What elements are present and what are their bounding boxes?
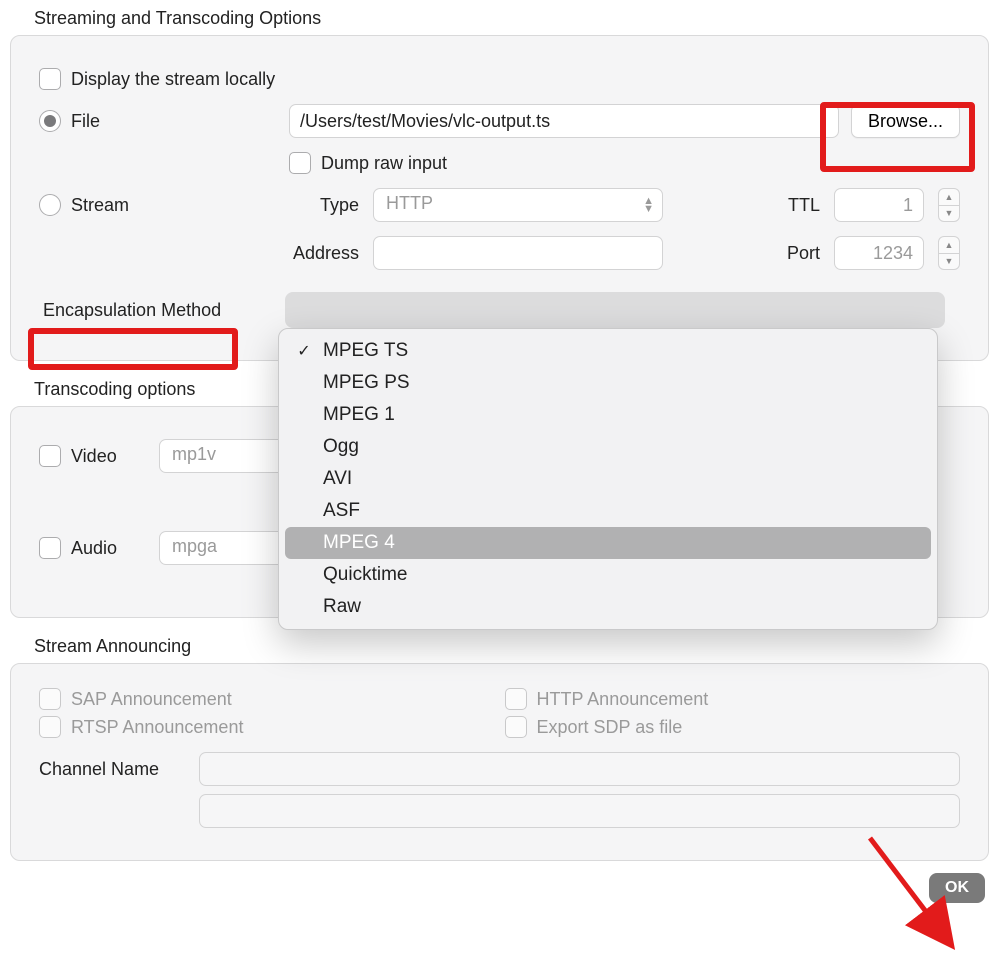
- section-title-announcing: Stream Announcing: [34, 636, 989, 657]
- audio-label: Audio: [71, 538, 117, 559]
- video-checkbox[interactable]: Video: [39, 445, 149, 467]
- video-codec-select[interactable]: mp1v: [159, 439, 289, 473]
- checkbox-icon: [39, 537, 61, 559]
- stream-type-value: HTTP: [386, 193, 433, 213]
- sap-announcement-label: SAP Announcement: [71, 689, 232, 710]
- checkbox-icon: [39, 445, 61, 467]
- encapsulation-menu-item[interactable]: Raw: [285, 591, 931, 623]
- browse-button[interactable]: Browse...: [851, 104, 960, 138]
- ok-button[interactable]: OK: [929, 873, 985, 903]
- sdp-url-label-cut: [39, 801, 189, 821]
- type-label: Type: [289, 195, 359, 216]
- encapsulation-menu-item[interactable]: MPEG 4: [285, 527, 931, 559]
- encapsulation-menu-item-label: Raw: [323, 596, 361, 618]
- encapsulation-menu-item[interactable]: MPEG 1: [285, 399, 931, 431]
- encapsulation-menu-item-label: AVI: [323, 468, 352, 490]
- video-label: Video: [71, 446, 117, 467]
- ttl-input[interactable]: [834, 188, 924, 222]
- chevron-up-icon: ▲: [939, 189, 959, 206]
- channel-name-label: Channel Name: [39, 759, 189, 780]
- rtsp-announcement-checkbox: RTSP Announcement: [39, 716, 495, 738]
- encapsulation-menu-item[interactable]: ASF: [285, 495, 931, 527]
- audio-codec-select[interactable]: mpga: [159, 531, 289, 565]
- stream-radio-label: Stream: [71, 195, 129, 216]
- file-radio-label: File: [71, 111, 100, 132]
- chevron-updown-icon: ▲▼: [643, 197, 654, 213]
- checkbox-icon: [39, 68, 61, 90]
- stream-type-select[interactable]: HTTP ▲▼: [373, 188, 663, 222]
- chevron-up-icon: ▲: [939, 237, 959, 254]
- encapsulation-menu-item-label: MPEG 1: [323, 404, 395, 426]
- encapsulation-method-label: Encapsulation Method: [39, 298, 225, 323]
- file-path-input[interactable]: [289, 104, 839, 138]
- encapsulation-menu[interactable]: ✓ MPEG TS MPEG PS MPEG 1 Ogg AVI ASF MPEG 4 Quic…: [278, 328, 938, 630]
- chevron-down-icon: ▼: [939, 206, 959, 222]
- check-icon: ✓: [295, 341, 313, 361]
- port-stepper[interactable]: ▲ ▼: [938, 236, 960, 270]
- address-label: Address: [289, 243, 359, 264]
- encapsulation-menu-item[interactable]: MPEG PS: [285, 367, 931, 399]
- encapsulation-menu-item[interactable]: Ogg: [285, 431, 931, 463]
- channel-name-input: [199, 752, 960, 786]
- address-input[interactable]: [373, 236, 663, 270]
- dump-raw-checkbox[interactable]: Dump raw input: [289, 152, 447, 174]
- video-codec-value: mp1v: [172, 444, 216, 464]
- encapsulation-menu-item-label: MPEG PS: [323, 372, 410, 394]
- encapsulation-menu-item-label: ASF: [323, 500, 360, 522]
- port-label: Port: [787, 243, 820, 264]
- encapsulation-menu-item-label: Ogg: [323, 436, 359, 458]
- panel-announcing: SAP Announcement HTTP Announcement RTSP …: [10, 663, 989, 861]
- encapsulation-menu-item[interactable]: Quicktime: [285, 559, 931, 591]
- ttl-label: TTL: [788, 195, 820, 216]
- rtsp-announcement-label: RTSP Announcement: [71, 717, 243, 738]
- audio-checkbox[interactable]: Audio: [39, 537, 149, 559]
- checkbox-icon: [39, 688, 61, 710]
- file-radio[interactable]: [39, 110, 61, 132]
- panel-streaming: Display the stream locally File Browse..…: [10, 35, 989, 361]
- encapsulation-menu-item-label: Quicktime: [323, 564, 407, 586]
- section-title-streaming: Streaming and Transcoding Options: [34, 8, 989, 29]
- encapsulation-menu-item-label: MPEG TS: [323, 340, 408, 362]
- http-announcement-checkbox: HTTP Announcement: [505, 688, 961, 710]
- encapsulation-select[interactable]: [285, 292, 945, 328]
- display-locally-checkbox[interactable]: Display the stream locally: [39, 68, 275, 90]
- export-sdp-label: Export SDP as file: [537, 717, 683, 738]
- port-input[interactable]: [834, 236, 924, 270]
- http-announcement-label: HTTP Announcement: [537, 689, 709, 710]
- dump-raw-label: Dump raw input: [321, 153, 447, 174]
- sap-announcement-checkbox: SAP Announcement: [39, 688, 495, 710]
- ttl-stepper[interactable]: ▲ ▼: [938, 188, 960, 222]
- export-sdp-checkbox: Export SDP as file: [505, 716, 961, 738]
- checkbox-icon: [505, 716, 527, 738]
- checkbox-icon: [505, 688, 527, 710]
- display-locally-label: Display the stream locally: [71, 69, 275, 90]
- stream-radio[interactable]: [39, 194, 61, 216]
- encapsulation-menu-item[interactable]: ✓ MPEG TS: [285, 335, 931, 367]
- encapsulation-menu-item[interactable]: AVI: [285, 463, 931, 495]
- sdp-url-input: [199, 794, 960, 828]
- checkbox-icon: [289, 152, 311, 174]
- audio-codec-value: mpga: [172, 536, 217, 556]
- chevron-down-icon: ▼: [939, 254, 959, 270]
- checkbox-icon: [39, 716, 61, 738]
- encapsulation-menu-item-label: MPEG 4: [323, 532, 395, 554]
